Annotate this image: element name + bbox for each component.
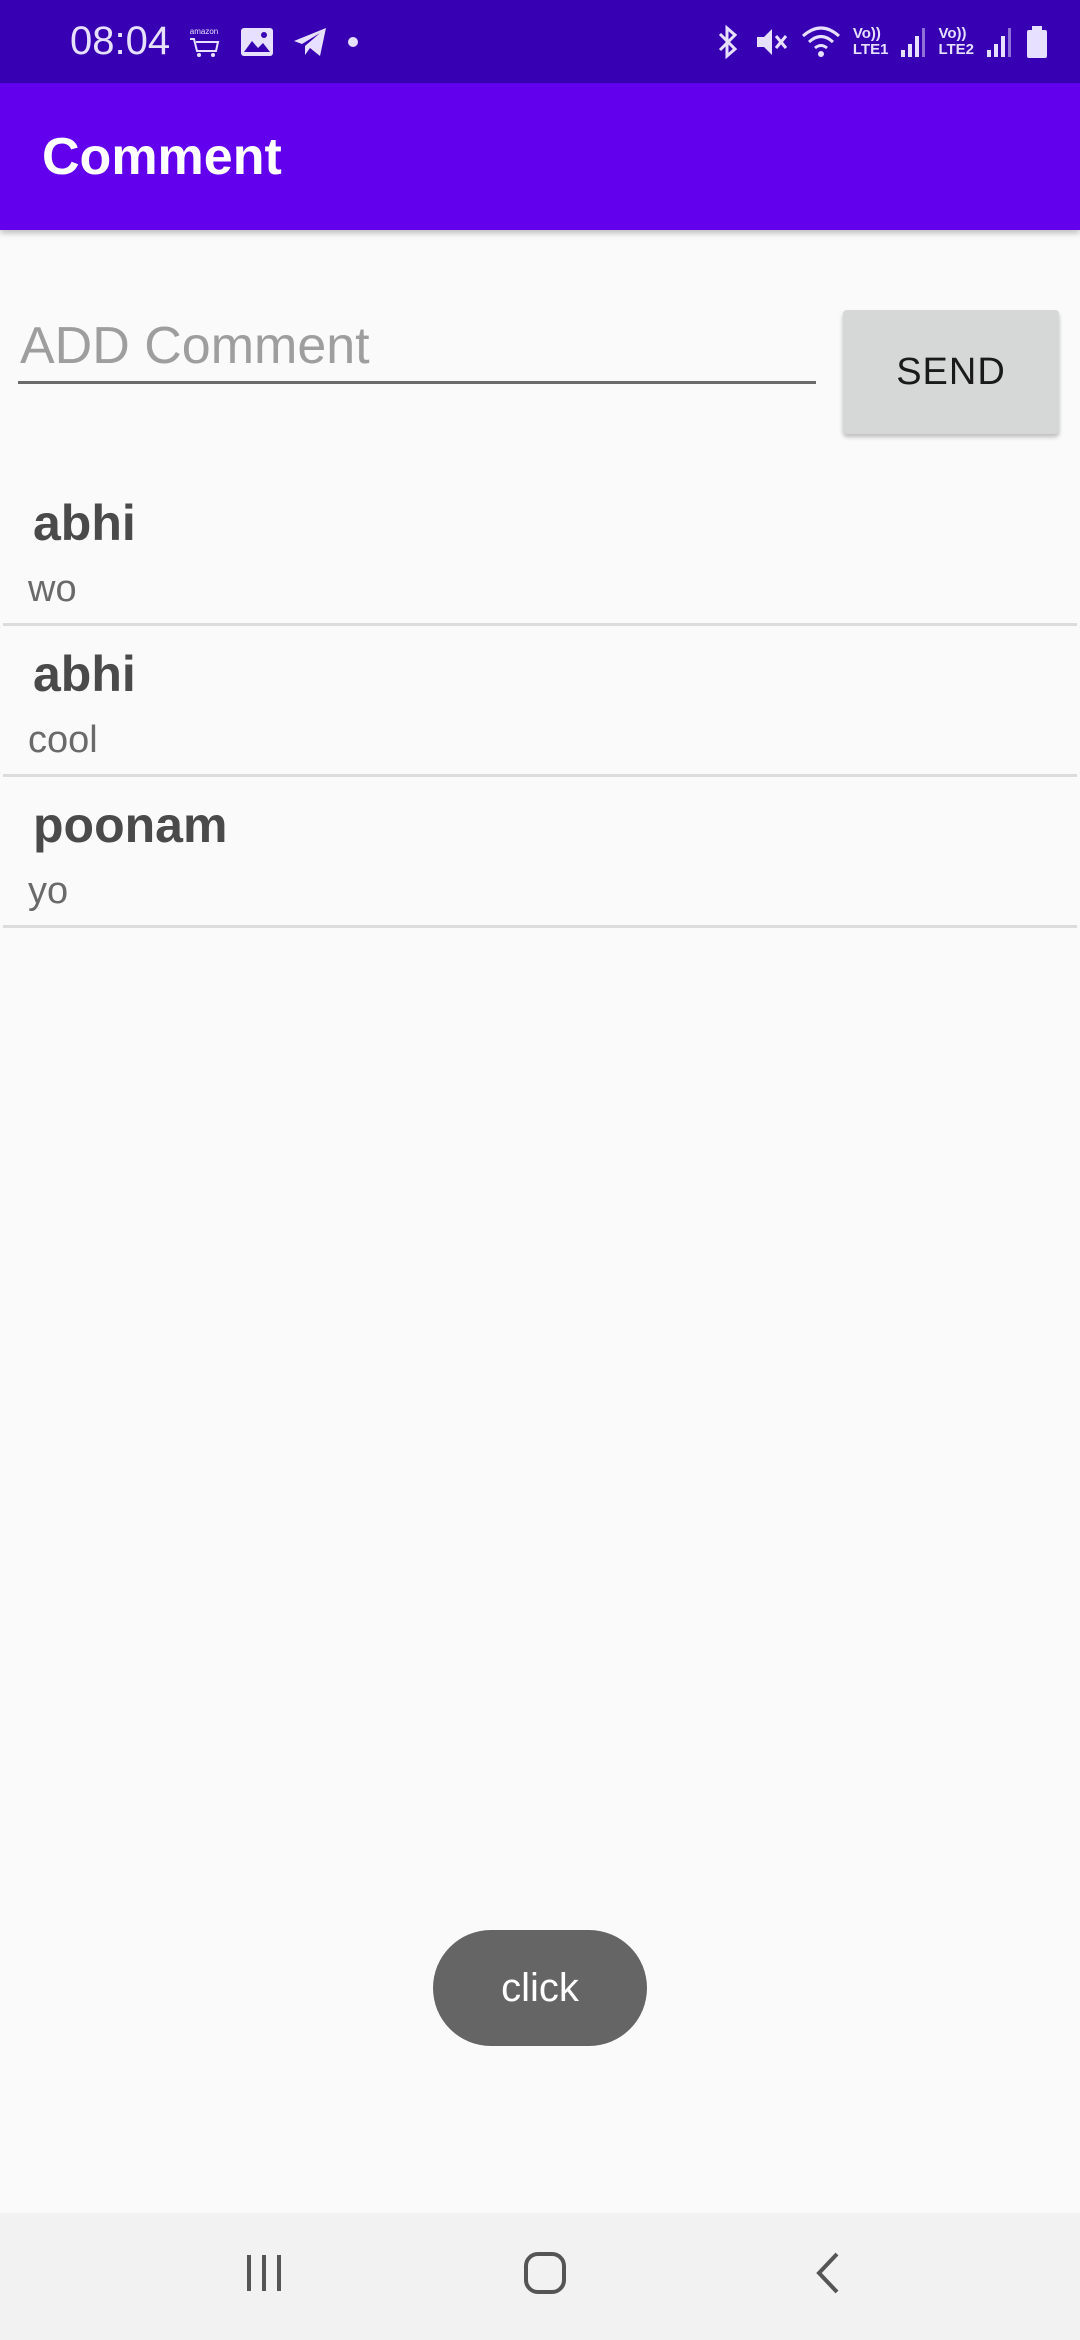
- image-icon: [240, 27, 274, 57]
- amazon-icon: amazon: [186, 25, 222, 59]
- toast-message: click: [433, 1930, 647, 2046]
- status-time: 08:04: [70, 19, 171, 63]
- recent-apps-icon: [242, 2253, 286, 2298]
- battery-icon: [1024, 25, 1050, 59]
- list-item[interactable]: abhi wo: [3, 475, 1077, 626]
- comment-author: abhi: [33, 495, 136, 551]
- telegram-icon: [292, 26, 328, 58]
- comment-author: abhi: [33, 646, 136, 702]
- signal-icon: [986, 26, 1012, 58]
- system-icons: Vo)) LTE1 Vo)) LTE2: [715, 18, 1050, 66]
- list-item[interactable]: poonam yo: [3, 777, 1077, 928]
- wifi-icon: [801, 24, 841, 60]
- home-button[interactable]: [500, 2235, 590, 2315]
- comment-author: poonam: [33, 797, 228, 853]
- comment-text: yo: [28, 870, 69, 912]
- bluetooth-icon: [715, 24, 741, 60]
- home-icon: [523, 2251, 567, 2300]
- notification-icons: amazon: [186, 20, 360, 64]
- mute-icon: [753, 24, 789, 60]
- comment-list[interactable]: abhi wo abhi cool poonam yo: [0, 475, 1080, 928]
- back-icon: [813, 2251, 843, 2300]
- signal-icon: [900, 26, 926, 58]
- comment-text: cool: [28, 719, 98, 761]
- comment-input[interactable]: [18, 310, 816, 384]
- comment-text: wo: [28, 568, 77, 610]
- app-bar: Comment: [0, 83, 1080, 230]
- recent-apps-button[interactable]: [219, 2235, 309, 2315]
- sim1-label: Vo)) LTE1: [852, 25, 889, 58]
- sim2-label: Vo)) LTE2: [938, 25, 974, 58]
- svg-text:amazon: amazon: [190, 27, 218, 36]
- navigation-bar: [0, 2213, 1080, 2340]
- page-title: Comment: [42, 128, 282, 186]
- send-button[interactable]: SEND: [843, 310, 1059, 434]
- status-bar: 08:04 amazon Vo)) LTE1 Vo)) LTE2: [0, 0, 1080, 83]
- back-button[interactable]: [783, 2235, 873, 2315]
- list-item[interactable]: abhi cool: [3, 626, 1077, 777]
- dot-icon: [346, 35, 360, 49]
